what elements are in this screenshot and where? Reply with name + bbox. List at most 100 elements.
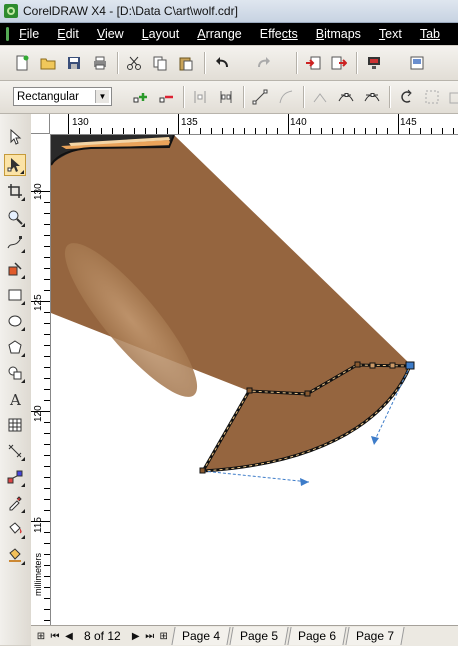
selection-mode-dropdown[interactable]: Rectangular ▼	[13, 87, 112, 106]
make-node-smooth-icon[interactable]	[336, 87, 356, 107]
ruler-label: 140	[290, 117, 307, 128]
window-title: CorelDRAW X4 - [D:\Data C\art\wolf.cdr]	[23, 4, 238, 18]
svg-text:A: A	[9, 391, 21, 407]
convert-to-curve-icon[interactable]	[276, 87, 296, 107]
shape-tool-icon[interactable]	[4, 154, 26, 176]
vertical-ruler-ticks	[31, 191, 50, 621]
redo-icon[interactable]	[254, 53, 274, 73]
reverse-direction-icon[interactable]	[396, 87, 416, 107]
menu-text[interactable]: Text	[379, 27, 402, 41]
horizontal-ruler[interactable]: 130 135 140 145	[50, 114, 458, 135]
next-page-icon[interactable]: ▶	[129, 628, 143, 644]
menu-table[interactable]: Tab	[420, 27, 440, 41]
first-page-icon[interactable]: ⏮	[48, 628, 62, 644]
page-tab[interactable]: Page 7	[345, 627, 405, 645]
path-node	[369, 362, 376, 369]
path-node	[246, 387, 253, 394]
menu-effects[interactable]: Effects	[260, 27, 298, 41]
extend-curve-to-close-icon[interactable]	[422, 87, 442, 107]
page-counter: 8 of 12	[84, 629, 121, 643]
cut-icon[interactable]	[124, 53, 144, 73]
toolbox: A	[0, 114, 32, 645]
path-node	[304, 390, 311, 397]
control-handle-arrow	[371, 436, 379, 445]
basic-shapes-tool-icon[interactable]	[4, 362, 26, 384]
drawing-canvas[interactable]	[51, 135, 458, 625]
ruler-origin[interactable]	[31, 114, 50, 134]
undo-icon[interactable]	[212, 53, 232, 73]
text-tool-icon[interactable]: A	[4, 388, 26, 410]
toolbar-divider	[117, 52, 119, 74]
title-bar: CorelDRAW X4 - [D:\Data C\art\wolf.cdr]	[0, 0, 458, 23]
crop-tool-icon[interactable]	[4, 180, 26, 202]
break-curve-icon[interactable]	[216, 87, 236, 107]
make-node-cusp-icon[interactable]	[310, 87, 330, 107]
last-page-icon[interactable]: ⏭	[143, 628, 157, 644]
chevron-down-icon[interactable]: ▼	[95, 90, 109, 103]
ruler-units-label: millimeters	[33, 552, 43, 596]
print-icon[interactable]	[90, 53, 110, 73]
application-launcher-icon[interactable]	[364, 53, 384, 73]
toolbar-divider	[183, 86, 185, 108]
page-tab[interactable]: Page 5	[229, 627, 289, 645]
polygon-tool-icon[interactable]	[4, 336, 26, 358]
new-document-icon[interactable]	[12, 53, 32, 73]
ruler-label: 115	[33, 517, 44, 533]
ellipse-tool-icon[interactable]	[4, 310, 26, 332]
standard-toolbar: ▼ ▼ ▼ 16	[0, 46, 458, 118]
parallel-dimension-tool-icon[interactable]	[4, 440, 26, 462]
menu-file[interactable]: File	[19, 27, 39, 41]
page-tab[interactable]: Page 4	[171, 627, 231, 645]
smart-fill-tool-icon[interactable]	[4, 258, 26, 280]
fill-tool-icon[interactable]	[4, 518, 26, 540]
zoom-tool-icon[interactable]	[4, 206, 26, 228]
document-menu-icon[interactable]	[6, 27, 10, 41]
make-node-symmetrical-icon[interactable]	[362, 87, 382, 107]
toolbar-divider	[243, 86, 245, 108]
interactive-fill-tool-icon[interactable]	[4, 544, 26, 566]
selection-mode-value: Rectangular	[17, 90, 80, 103]
vertical-ruler[interactable]: 130 125 120 115	[31, 134, 51, 625]
previous-page-icon[interactable]: ◀	[62, 628, 76, 644]
table-tool-icon[interactable]	[4, 414, 26, 436]
convert-to-line-icon[interactable]	[250, 87, 270, 107]
toolbar-divider	[204, 52, 206, 74]
toolbar-divider	[296, 52, 298, 74]
add-page-after-icon[interactable]: ⊞	[157, 628, 171, 644]
join-nodes-icon[interactable]	[190, 87, 210, 107]
artwork	[51, 135, 415, 486]
eyedropper-tool-icon[interactable]	[4, 492, 26, 514]
menu-edit[interactable]: Edit	[57, 27, 79, 41]
blend-tool-icon[interactable]	[4, 466, 26, 488]
page-navigator: ⊞ ⏮ ◀ 8 of 12 ▶ ⏭ ⊞ Page 4 Page 5 Page 6…	[31, 625, 458, 646]
menu-view[interactable]: View	[97, 27, 124, 41]
import-icon[interactable]	[303, 53, 323, 73]
rectangle-tool-icon[interactable]	[4, 284, 26, 306]
menu-bitmaps[interactable]: Bitmaps	[316, 27, 361, 41]
open-folder-icon[interactable]	[38, 53, 58, 73]
coreldraw-logo-icon	[4, 4, 18, 18]
pick-tool-icon[interactable]	[4, 126, 26, 148]
ruler-label: 120	[33, 405, 44, 422]
welcome-screen-icon[interactable]	[407, 53, 427, 73]
page-tab[interactable]: Page 6	[287, 627, 347, 645]
freehand-tool-icon[interactable]	[4, 232, 26, 254]
delete-node-icon[interactable]	[156, 87, 176, 107]
copy-icon[interactable]	[150, 53, 170, 73]
save-icon[interactable]	[64, 53, 84, 73]
toolbar-divider	[303, 86, 305, 108]
path-node	[354, 361, 361, 368]
ruler-label: 130	[33, 183, 44, 200]
ruler-label: 135	[181, 117, 198, 128]
menu-bar: File Edit View Layout Arrange Effects Bi…	[0, 23, 458, 45]
add-page-icon[interactable]: ⊞	[34, 628, 48, 644]
ruler-label: 125	[33, 294, 44, 311]
menu-layout[interactable]: Layout	[142, 27, 180, 41]
paste-icon[interactable]	[176, 53, 196, 73]
toolbar-divider	[356, 52, 358, 74]
add-node-icon[interactable]	[130, 87, 150, 107]
export-icon[interactable]	[329, 53, 349, 73]
menu-arrange[interactable]: Arrange	[197, 27, 241, 41]
path-node	[389, 362, 396, 369]
extract-subpath-icon[interactable]	[446, 87, 458, 107]
